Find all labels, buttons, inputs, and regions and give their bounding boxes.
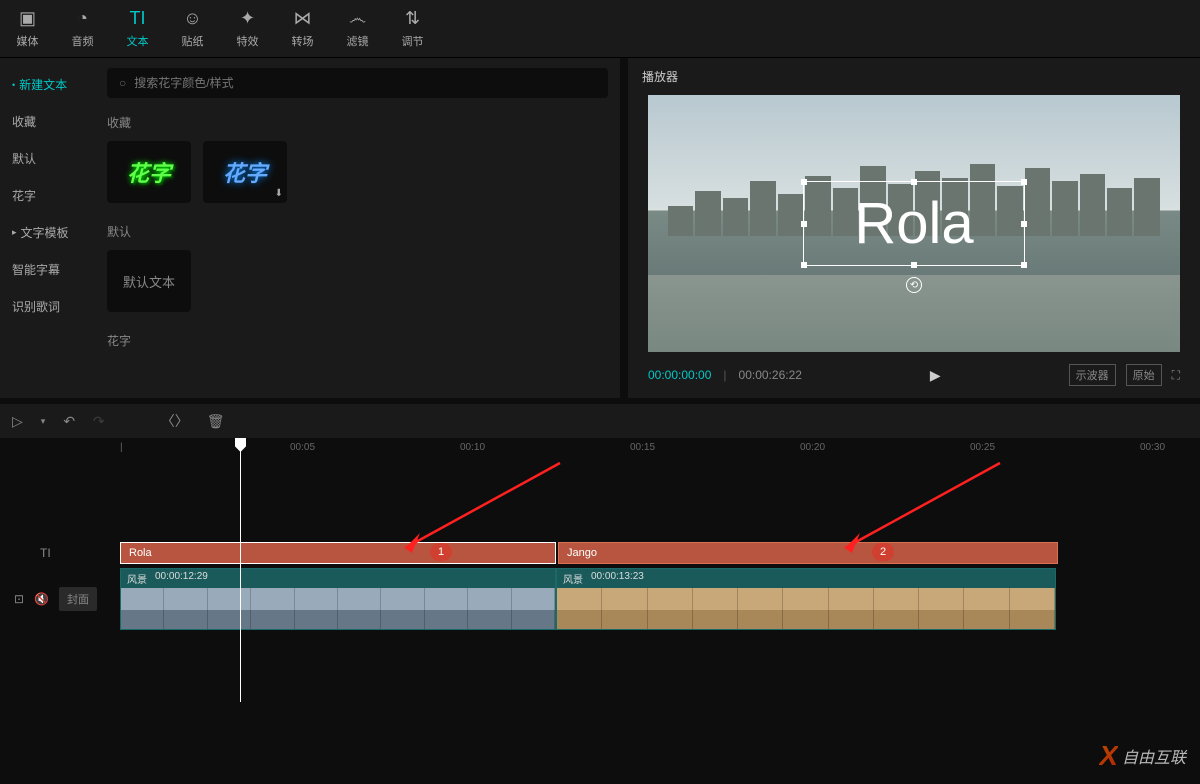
thumb-huazi-1[interactable]: 花字 [107, 141, 191, 203]
tab-adjust[interactable]: ⇅调节 [385, 0, 440, 57]
time-current: 00:00:00:00 [648, 368, 711, 382]
handle-top-left[interactable] [801, 179, 807, 185]
handle-bottom-right[interactable] [1021, 262, 1027, 268]
text-track: TI Rola Jango [0, 542, 1200, 564]
original-button[interactable]: 原始 [1126, 364, 1162, 386]
section-huazi-label: 花字 [107, 332, 608, 349]
sidebar-item-label: 智能字幕 [12, 261, 60, 278]
toggle-track-icon[interactable]: ⊡ [14, 592, 24, 606]
transition-icon: ⋈ [294, 8, 312, 29]
text-clip-1[interactable]: Rola [120, 542, 556, 564]
text-track-label: TI [0, 546, 120, 560]
sidebar-item-label: 识别歌词 [12, 298, 60, 315]
handle-bottom-left[interactable] [801, 262, 807, 268]
time-total: 00:00:26:22 [739, 368, 802, 382]
handle-bottom-mid[interactable] [911, 262, 917, 268]
top-tabs: ▣媒体 ◔音频 TI文本 ☺贴纸 ✦特效 ⋈转场 ෴滤镜 ⇅调节 [0, 0, 1200, 58]
oscilloscope-button[interactable]: 示波器 [1069, 364, 1116, 386]
sidebar-item-templates[interactable]: ▸文字模板 [0, 214, 95, 251]
sidebar-item-label: 新建文本 [19, 76, 67, 93]
section-default-label: 默认 [107, 223, 608, 240]
sidebar-item-huazi[interactable]: 花字 [0, 177, 95, 214]
chevron-down-icon[interactable]: ▾ [41, 416, 46, 427]
sidebar: •新建文本 收藏 默认 花字 ▸文字模板 智能字幕 识别歌词 [0, 58, 95, 398]
download-icon: ⬇ [275, 188, 283, 199]
handle-top-mid[interactable] [911, 179, 917, 185]
sidebar-item-label: 默认 [12, 150, 36, 167]
tab-sticker[interactable]: ☺贴纸 [165, 0, 220, 57]
player-viewport[interactable]: Rola ⟲ [648, 95, 1180, 352]
overlay-text: Rola [854, 191, 973, 256]
text-clip-2[interactable]: Jango [558, 542, 1058, 564]
pointer-tool-icon[interactable]: ▷ [12, 413, 23, 430]
sidebar-item-label: 花字 [12, 187, 36, 204]
sidebar-item-recognize-lyrics[interactable]: 识别歌词 [0, 288, 95, 325]
search-icon: ○ [119, 76, 126, 90]
split-icon[interactable]: 〈〉 [161, 411, 189, 431]
adjust-icon: ⇅ [405, 8, 420, 29]
player-controls: 00:00:00:00 | 00:00:26:22 ▶ 示波器 原始 ⛶ [628, 352, 1200, 398]
timeline-toolbar: ▷ ▾ ↶ ↷ 〈〉 🗑 [0, 404, 1200, 438]
tab-text[interactable]: TI文本 [110, 0, 165, 57]
play-button[interactable]: ▶ [930, 367, 941, 384]
undo-icon[interactable]: ↶ [63, 413, 75, 430]
annotation-bubble-2: 2 [872, 543, 894, 561]
handle-mid-left[interactable] [801, 221, 807, 227]
sidebar-item-new-text[interactable]: •新建文本 [0, 66, 95, 103]
fullscreen-icon[interactable]: ⛶ [1172, 368, 1180, 383]
sticker-icon: ☺ [183, 8, 201, 29]
video-clip-2[interactable]: 风景00:00:13:23 [556, 568, 1056, 630]
section-favorites-label: 收藏 [107, 114, 608, 131]
sidebar-item-label: 收藏 [12, 113, 36, 130]
video-track: ⊡ 🔇 封面 风景00:00:12:29 风景00:00:13:23 [0, 568, 1200, 630]
redo-icon[interactable]: ↷ [93, 413, 105, 430]
tab-audio[interactable]: ◔音频 [55, 0, 110, 57]
thumb-default-text[interactable]: 默认文本 [107, 250, 191, 312]
content-panel: ○ 收藏 花字 花字⬇ 默认 默认文本 花字 [95, 58, 620, 398]
sidebar-item-label: 文字模板 [21, 224, 69, 241]
sidebar-item-smart-subtitle[interactable]: 智能字幕 [0, 251, 95, 288]
playhead[interactable] [240, 438, 241, 702]
tab-filter[interactable]: ෴滤镜 [330, 0, 385, 57]
effects-icon: ✦ [240, 8, 255, 29]
player-title: 播放器 [628, 58, 1200, 95]
tab-media[interactable]: ▣媒体 [0, 0, 55, 57]
mute-icon[interactable]: 🔇 [34, 592, 49, 606]
cover-button[interactable]: 封面 [59, 587, 97, 611]
media-icon: ▣ [19, 8, 36, 29]
video-clip-1[interactable]: 风景00:00:12:29 [120, 568, 556, 630]
annotation-bubble-1: 1 [430, 543, 452, 561]
thumb-huazi-2[interactable]: 花字⬇ [203, 141, 287, 203]
left-panel: •新建文本 收藏 默认 花字 ▸文字模板 智能字幕 识别歌词 ○ 收藏 花字 花… [0, 58, 620, 398]
audio-icon: ◔ [77, 8, 88, 29]
watermark: X自由互联 [1099, 740, 1186, 772]
search-input[interactable] [134, 76, 596, 90]
text-icon: TI [130, 8, 146, 29]
player-panel: 播放器 Rola ⟲ 00:00:00:00 | 00:00:26:22 [628, 58, 1200, 398]
text-overlay[interactable]: Rola ⟲ [803, 181, 1024, 266]
timeline: | 00:05 00:10 00:15 00:20 00:25 00:30 1 … [0, 438, 1200, 630]
handle-mid-right[interactable] [1021, 221, 1027, 227]
delete-icon[interactable]: 🗑 [207, 413, 225, 430]
handle-top-right[interactable] [1021, 179, 1027, 185]
sidebar-item-favorites[interactable]: 收藏 [0, 103, 95, 140]
ruler[interactable]: | 00:05 00:10 00:15 00:20 00:25 00:30 [120, 438, 1200, 462]
rotate-handle[interactable]: ⟲ [906, 277, 922, 293]
filter-icon: ෴ [349, 8, 366, 29]
tab-effects[interactable]: ✦特效 [220, 0, 275, 57]
tab-transition[interactable]: ⋈转场 [275, 0, 330, 57]
search-box[interactable]: ○ [107, 68, 608, 98]
sidebar-item-default[interactable]: 默认 [0, 140, 95, 177]
